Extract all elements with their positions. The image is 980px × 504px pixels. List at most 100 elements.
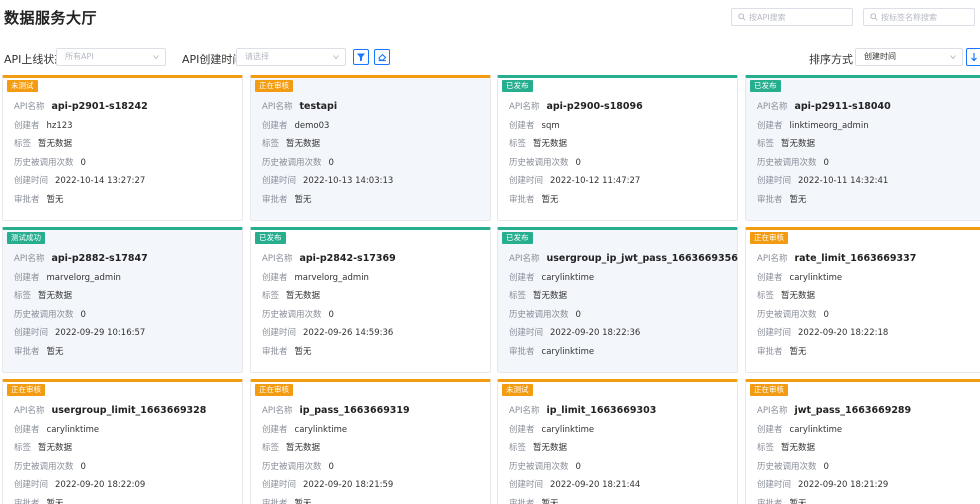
status-badge: 测试成功 (7, 232, 45, 244)
field-label: 标签 (757, 443, 775, 453)
calls-row: 历史被调用次数 0 (262, 460, 334, 472)
creator-row: 创建者 carylinktime (14, 423, 99, 435)
field-label: 审批者 (262, 347, 288, 357)
created-value: 2022-09-20 18:22:09 (55, 480, 146, 490)
calls-row: 历史被调用次数 0 (14, 460, 86, 472)
field-label: 标签 (14, 291, 32, 301)
sort-order-button[interactable] (966, 48, 980, 66)
created-row: 创建时间 2022-09-20 18:21:59 (262, 478, 393, 490)
tags-value: 暂无数据 (286, 443, 321, 453)
tags-row: 标签 暂无数据 (14, 137, 72, 149)
created-row: 创建时间 2022-09-29 10:16:57 (14, 326, 145, 338)
approver-row: 审批者 carylinktime (509, 345, 594, 357)
api-name-row: API名称 jwt_pass_1663669289 (757, 404, 911, 416)
api-card[interactable]: 正在审核 API名称 usergroup_limit_1663669328 创建者… (2, 379, 243, 504)
api-card[interactable]: 正在审核 API名称 ip_pass_1663669319 创建者 carylink… (250, 379, 491, 504)
calls-value: 0 (328, 310, 334, 320)
calls-value: 0 (328, 158, 334, 168)
approver-value: 暂无 (46, 347, 64, 357)
calls-row: 历史被调用次数 0 (757, 156, 829, 168)
approver-row: 审批者 暂无 (262, 193, 312, 205)
approver-value: 暂无 (46, 195, 64, 205)
time-select[interactable]: 请选择 (236, 48, 346, 66)
tags-value: 暂无数据 (38, 291, 73, 301)
api-search-input[interactable]: 按API搜索 (731, 8, 853, 26)
field-label: 创建时间 (262, 328, 297, 338)
approver-value: 暂无 (46, 499, 64, 504)
chevron-down-icon (153, 55, 159, 60)
clear-filter-button[interactable] (374, 49, 390, 65)
api-name-row: API名称 ip_limit_1663669303 (509, 404, 656, 416)
api-card[interactable]: 未测试 API名称 ip_limit_1663669303 创建者 carylink… (497, 379, 738, 504)
calls-row: 历史被调用次数 0 (14, 156, 86, 168)
search-icon (870, 13, 878, 21)
field-label: 历史被调用次数 (757, 462, 817, 472)
api-name-row: API名称 api-p2842-s17369 (262, 252, 396, 264)
field-label: 创建时间 (757, 176, 792, 186)
tags-row: 标签 暂无数据 (509, 289, 567, 301)
field-label: 创建时间 (14, 176, 49, 186)
api-card[interactable]: 未测试 API名称 api-p2901-s18242 创建者 hz123 标签 暂无数… (2, 75, 243, 221)
time-select-placeholder: 请选择 (245, 52, 269, 61)
tags-row: 标签 暂无数据 (262, 441, 320, 453)
tags-value: 暂无数据 (38, 139, 73, 149)
api-card[interactable]: 测试成功 API名称 api-p2882-s17847 创建者 marvelorg_… (2, 227, 243, 373)
calls-value: 0 (80, 158, 86, 168)
creator-row: 创建者 demo03 (262, 119, 329, 131)
field-label: API名称 (509, 406, 540, 416)
sort-label: 排序方式 (809, 53, 853, 66)
calls-row: 历史被调用次数 0 (14, 308, 86, 320)
eraser-icon (378, 53, 387, 62)
field-label: 标签 (14, 443, 32, 453)
creator-value: demo03 (294, 121, 330, 131)
api-card[interactable]: 已发布 API名称 api-p2842-s17369 创建者 marvelorg_a… (250, 227, 491, 373)
calls-value: 0 (575, 158, 581, 168)
api-card[interactable]: 已发布 API名称 api-p2900-s18096 创建者 sqm 标签 暂无数据 … (497, 75, 738, 221)
creator-row: 创建者 carylinktime (757, 271, 842, 283)
api-card[interactable]: 正在审核 API名称 jwt_pass_1663669289 创建者 carylin… (745, 379, 980, 504)
funnel-icon (357, 53, 365, 62)
creator-row: 创建者 carylinktime (509, 423, 594, 435)
filter-button[interactable] (353, 49, 369, 65)
api-card[interactable]: 已发布 API名称 usergroup_ip_jwt_pass_166366935… (497, 227, 738, 373)
field-label: 创建时间 (262, 480, 297, 490)
created-value: 2022-10-14 13:27:27 (55, 176, 146, 186)
tags-value: 暂无数据 (533, 291, 568, 301)
status-badge: 正在审核 (750, 384, 788, 396)
tags-value: 暂无数据 (38, 443, 73, 453)
field-label: 创建者 (14, 121, 40, 131)
creator-value: marvelorg_admin (46, 273, 121, 283)
created-value: 2022-09-20 18:22:18 (798, 328, 889, 338)
created-value: 2022-09-20 18:21:44 (550, 480, 641, 490)
field-label: 标签 (757, 139, 775, 149)
creator-value: sqm (541, 121, 560, 131)
status-select[interactable]: 所有API (56, 48, 166, 66)
created-row: 创建时间 2022-09-26 14:59:36 (262, 326, 393, 338)
field-label: 创建者 (757, 121, 783, 131)
api-card[interactable]: 正在审核 API名称 testapi 创建者 demo03 标签 暂无数据 历史被调用… (250, 75, 491, 221)
api-card[interactable]: 已发布 API名称 api-p2911-s18040 创建者 linktimeorg… (745, 75, 980, 221)
field-label: API名称 (509, 102, 540, 112)
creator-row: 创建者 sqm (509, 119, 560, 131)
approver-row: 审批者 暂无 (14, 345, 64, 357)
created-row: 创建时间 2022-10-11 14:32:41 (757, 174, 888, 186)
approver-value: 暂无 (541, 499, 559, 504)
creator-row: 创建者 carylinktime (757, 423, 842, 435)
field-label: 审批者 (14, 195, 40, 205)
sort-select-value: 创建时间 (864, 52, 896, 61)
api-card[interactable]: 正在审核 API名称 rate_limit_1663669337 创建者 caryl… (745, 227, 980, 373)
created-value: 2022-09-26 14:59:36 (303, 328, 394, 338)
created-value: 2022-10-11 14:32:41 (798, 176, 889, 186)
tag-search-input[interactable]: 按标签名称搜索 (863, 8, 975, 26)
field-label: 审批者 (509, 499, 535, 504)
field-label: 历史被调用次数 (14, 158, 74, 168)
tags-value: 暂无数据 (781, 443, 816, 453)
approver-row: 审批者 暂无 (757, 345, 807, 357)
approver-value: 暂无 (294, 195, 312, 205)
filter-bar: API上线状态 所有API API创建时间 请选择 排序方式 创建时间 (0, 48, 980, 68)
sort-select[interactable]: 创建时间 (855, 48, 963, 66)
approver-value: 暂无 (294, 499, 312, 504)
field-label: API名称 (509, 254, 540, 264)
tags-value: 暂无数据 (533, 443, 568, 453)
field-label: API名称 (262, 254, 293, 264)
